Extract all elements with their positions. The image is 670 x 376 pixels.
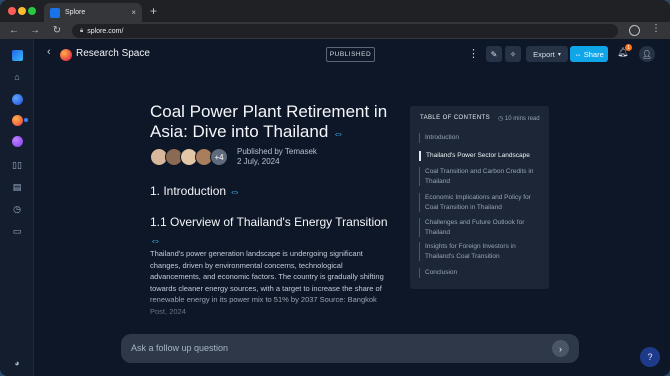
library-icon[interactable]: ▯▯ bbox=[9, 157, 25, 173]
space-title: Research Space bbox=[76, 48, 150, 59]
toc-item[interactable]: Introduction bbox=[419, 133, 541, 143]
export-label: Export bbox=[533, 49, 555, 59]
research-space-logo-icon bbox=[60, 49, 72, 61]
close-window-button[interactable] bbox=[8, 7, 16, 15]
document-icon[interactable]: ▤ bbox=[9, 179, 25, 195]
url-text: splore.com/ bbox=[87, 27, 124, 35]
subsection-heading: 1.1 Overview of Thailand's Energy Transi… bbox=[150, 213, 400, 250]
toc-heading: TABLE OF CONTENTS bbox=[420, 115, 491, 121]
browser-window: Splore × + ← → ↻ 🔒︎ splore.com/ ⋮ ⌂ ▯▯ ▤… bbox=[0, 0, 670, 376]
published-status-badge: PUBLISHED bbox=[326, 47, 375, 62]
toc-item[interactable]: Coal Transition and Carbon Credits in Th… bbox=[419, 167, 541, 186]
article-title: Coal Power Plant Retirement in Asia: Div… bbox=[150, 102, 395, 144]
left-sidebar: ⌂ ▯▯ ▤ ◷ ▭ ◕ bbox=[0, 39, 34, 376]
notification-count-badge: 1 bbox=[625, 44, 632, 51]
toc-item[interactable]: Conclusion bbox=[419, 268, 541, 278]
active-space-indicator bbox=[24, 118, 28, 122]
browser-profile-icon[interactable] bbox=[629, 25, 640, 36]
space-avatar-3[interactable] bbox=[9, 133, 25, 149]
space-header: ‹ Research Space PUBLISHED ⋮ ✎ ✧ Export … bbox=[35, 43, 666, 67]
home-icon[interactable]: ⌂ bbox=[9, 69, 25, 85]
browser-tab-bar: Splore × + bbox=[0, 0, 670, 22]
toc-item[interactable]: Challenges and Future Outlook for Thaila… bbox=[419, 218, 541, 237]
toc-item[interactable]: Economic Implications and Policy for Coa… bbox=[419, 193, 541, 212]
back-arrow-icon[interactable]: ← bbox=[6, 25, 22, 36]
splore-favicon-icon bbox=[50, 7, 60, 18]
content-fade-overlay bbox=[140, 290, 410, 330]
palette-icon[interactable]: ◕ bbox=[9, 355, 25, 371]
export-button[interactable]: Export ▾ bbox=[526, 46, 568, 62]
subsection-heading-text: 1.1 Overview of Thailand's Energy Transi… bbox=[150, 215, 388, 229]
reload-icon[interactable]: ↻ bbox=[49, 25, 65, 36]
share-label: Share bbox=[583, 49, 604, 59]
clock-icon: ◷ bbox=[498, 116, 505, 122]
lock-icon: 🔒︎ bbox=[80, 27, 84, 34]
browser-menu-icon[interactable]: ⋮ bbox=[651, 23, 661, 34]
new-tab-button[interactable]: + bbox=[150, 4, 157, 18]
link-icon: ⇔ bbox=[574, 49, 582, 59]
toc-item[interactable]: Insights for Foreign Investors in Thaila… bbox=[419, 242, 541, 261]
forward-arrow-icon[interactable]: → bbox=[27, 25, 43, 36]
follow-up-question-bar[interactable]: Ask a follow up question › bbox=[121, 334, 579, 363]
address-bar[interactable]: 🔒︎ splore.com/ bbox=[72, 24, 618, 38]
browser-toolbar: ← → ↻ 🔒︎ splore.com/ ⋮ bbox=[0, 22, 670, 39]
back-chevron-icon[interactable]: ‹ bbox=[47, 46, 51, 58]
edit-pencil-icon[interactable]: ✎ bbox=[486, 46, 502, 62]
copy-link-icon[interactable]: ⇔ bbox=[150, 235, 161, 247]
share-button[interactable]: ⇔ Share bbox=[570, 46, 608, 62]
chat-icon[interactable]: ▭ bbox=[9, 223, 25, 239]
section-heading-introduction: 1. Introduction ⇔ bbox=[150, 184, 240, 198]
read-time: ◷ 10 mins read bbox=[498, 115, 540, 122]
minimize-window-button[interactable] bbox=[18, 7, 26, 15]
read-time-text: 10 mins read bbox=[504, 116, 540, 122]
user-profile-icon[interactable]: 👤︎ bbox=[639, 46, 655, 62]
help-button[interactable]: ? bbox=[640, 347, 660, 367]
copy-link-icon[interactable]: ⇔ bbox=[229, 186, 240, 198]
space-avatar-1[interactable] bbox=[9, 91, 25, 107]
browser-tab-title: Splore bbox=[65, 9, 86, 16]
space-avatar-research[interactable] bbox=[9, 112, 25, 128]
copy-link-icon[interactable]: ⇔ bbox=[333, 128, 344, 140]
browser-tab[interactable]: Splore × bbox=[44, 3, 142, 22]
send-arrow-icon[interactable]: › bbox=[552, 340, 569, 357]
ai-sparkle-icon[interactable]: ✧ bbox=[505, 46, 521, 62]
publish-date: 2 July, 2024 bbox=[237, 157, 280, 166]
maximize-window-button[interactable] bbox=[28, 7, 36, 15]
chevron-down-icon: ▾ bbox=[557, 51, 561, 58]
close-tab-icon[interactable]: × bbox=[131, 8, 136, 17]
history-icon[interactable]: ◷ bbox=[9, 201, 25, 217]
table-of-contents: TABLE OF CONTENTS ◷ 10 mins read Introdu… bbox=[410, 106, 549, 289]
splore-logo-icon[interactable] bbox=[9, 47, 25, 63]
more-options-icon[interactable]: ⋮ bbox=[468, 47, 479, 60]
more-authors-badge: +4 bbox=[210, 148, 228, 166]
toc-item-active[interactable]: Thailand's Power Sector Landscape bbox=[419, 151, 541, 161]
article-title-text: Coal Power Plant Retirement in Asia: Div… bbox=[150, 102, 388, 141]
published-by-text: Published by Temasek bbox=[237, 147, 317, 156]
article-header: Coal Power Plant Retirement in Asia: Div… bbox=[150, 102, 395, 144]
follow-up-input[interactable]: Ask a follow up question bbox=[131, 343, 228, 353]
section-heading-text: 1. Introduction bbox=[150, 184, 227, 198]
author-avatars[interactable]: +4 bbox=[150, 148, 240, 168]
